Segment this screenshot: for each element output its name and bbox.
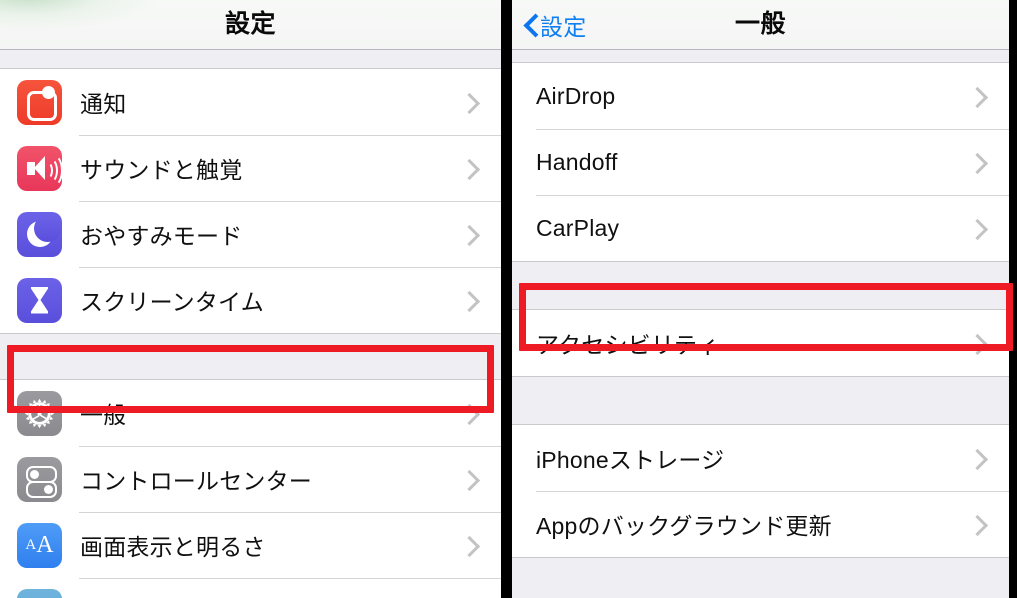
chevron-right-icon [966, 152, 989, 175]
chevron-right-icon [458, 403, 481, 426]
row-label: コントロールセンター [80, 468, 312, 494]
row-label: サウンドと触覚 [80, 157, 243, 183]
list-gap-top [0, 50, 501, 68]
section-accessibility: アクセシビリティ [512, 309, 1009, 377]
chevron-right-icon [966, 448, 989, 471]
gear-glyph [24, 398, 55, 428]
screen-time-icon [17, 277, 62, 323]
list-gap-2 [512, 377, 1009, 424]
list-gap-3 [512, 558, 1009, 598]
settings-row-background-refresh[interactable]: Appのバックグラウンド更新 [512, 491, 1009, 557]
row-label: 画面表示と明るさ [80, 534, 266, 560]
settings-row-accessibility[interactable]: アクセシビリティ [512, 310, 1009, 376]
right-edge-bar [1009, 0, 1017, 598]
settings-row-wallpaper[interactable]: 壁紙 [0, 578, 501, 598]
settings-panel-left: 設定 通知 サウンドと触覚 おやすみモード スクリーンタイム 一般 コントロール… [0, 0, 501, 598]
settings-row-screen-time[interactable]: スクリーンタイム [0, 267, 501, 333]
list-gap-top [512, 50, 1009, 62]
settings-row-carplay[interactable]: CarPlay [512, 195, 1009, 261]
row-label: iPhoneストレージ [536, 447, 725, 473]
settings-row-general[interactable]: 一般 [0, 380, 501, 446]
left-navbar: 設定 [0, 0, 501, 50]
section-system: 一般 コントロールセンター AA 画面表示と明るさ [0, 379, 501, 598]
list-gap-1 [512, 262, 1009, 309]
section-storage: iPhoneストレージ Appのバックグラウンド更新 [512, 424, 1009, 558]
chevron-right-icon [966, 86, 989, 109]
settings-row-display-brightness[interactable]: AA 画面表示と明るさ [0, 512, 501, 578]
left-nav-title: 設定 [224, 10, 276, 38]
chevron-right-icon [458, 535, 481, 558]
row-label: CarPlay [536, 214, 620, 241]
right-settings-list: AirDrop Handoff CarPlay アクセシビリティ iPhoneス… [512, 50, 1009, 598]
settings-row-do-not-disturb[interactable]: おやすみモード [0, 201, 501, 267]
settings-row-iphone-storage[interactable]: iPhoneストレージ [512, 425, 1009, 491]
control-center-icon [17, 456, 62, 502]
chevron-right-icon [458, 92, 481, 115]
section-connectivity: AirDrop Handoff CarPlay [512, 62, 1009, 262]
chevron-right-icon [966, 514, 989, 537]
row-label: 通知 [80, 91, 127, 117]
panel-divider [501, 0, 512, 598]
settings-row-control-center[interactable]: コントロールセンター [0, 446, 501, 512]
row-label: Handoff [536, 148, 618, 175]
screenshot-root: 設定 通知 サウンドと触覚 おやすみモード スクリーンタイム 一般 コントロール… [0, 0, 1017, 598]
chevron-right-icon [458, 158, 481, 181]
wallpaper-icon [17, 588, 62, 598]
chevron-right-icon [966, 218, 989, 241]
list-gap-middle [0, 334, 501, 379]
chevron-right-icon [458, 290, 481, 313]
settings-row-sounds-haptics[interactable]: サウンドと触覚 [0, 135, 501, 201]
sound-haptics-icon [17, 145, 62, 191]
row-label: おやすみモード [80, 223, 243, 249]
settings-row-handoff[interactable]: Handoff [512, 129, 1009, 195]
settings-row-notifications[interactable]: 通知 [0, 69, 501, 135]
do-not-disturb-icon [17, 211, 62, 257]
row-label: Appのバックグラウンド更新 [536, 513, 832, 539]
row-label: スクリーンタイム [80, 289, 264, 315]
row-label: アクセシビリティ [536, 332, 720, 358]
settings-panel-right: 設定 一般 AirDrop Handoff CarPlay アクセシビリティ i… [512, 0, 1009, 598]
section-alerts: 通知 サウンドと触覚 おやすみモード スクリーンタイム [0, 68, 501, 334]
chevron-right-icon [966, 333, 989, 356]
chevron-right-icon [458, 469, 481, 492]
left-settings-list: 通知 サウンドと触覚 おやすみモード スクリーンタイム 一般 コントロールセンタ… [0, 50, 501, 598]
row-label: 壁紙 [80, 594, 126, 598]
general-gear-icon [17, 390, 62, 436]
display-brightness-icon: AA [17, 522, 62, 568]
chevron-right-icon [458, 224, 481, 247]
settings-row-airdrop[interactable]: AirDrop [512, 63, 1009, 129]
row-label: 一般 [80, 402, 127, 428]
notifications-icon [17, 79, 62, 125]
right-nav-title: 一般 [734, 10, 786, 38]
row-label: AirDrop [536, 82, 616, 109]
right-navbar: 設定 一般 [512, 0, 1009, 50]
